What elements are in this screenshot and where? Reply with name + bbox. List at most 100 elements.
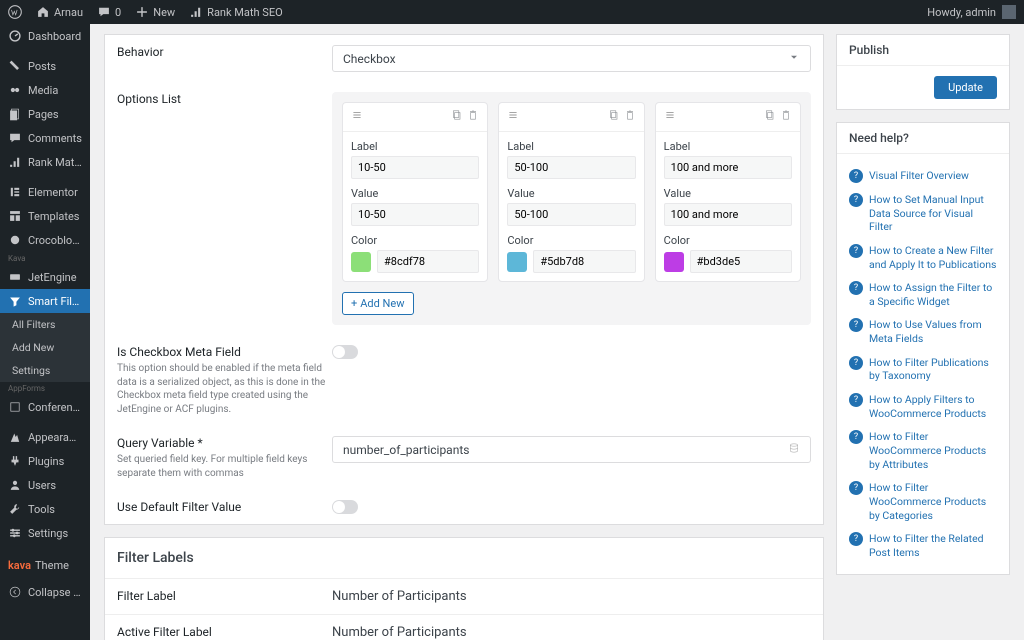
help-link[interactable]: How to Filter WooCommerce Products by Ca… bbox=[869, 481, 997, 522]
card-label-input[interactable] bbox=[507, 156, 635, 179]
question-icon: ? bbox=[849, 532, 863, 546]
card-value-input[interactable] bbox=[664, 203, 792, 226]
card-label-input[interactable] bbox=[664, 156, 792, 179]
sub-add-new[interactable]: Add New bbox=[0, 336, 90, 359]
checkbox-meta-toggle[interactable] bbox=[332, 345, 358, 359]
database-icon[interactable] bbox=[788, 442, 800, 457]
menu-templates[interactable]: Templates bbox=[0, 204, 90, 228]
card-color-lbl: Color bbox=[351, 234, 479, 247]
menu-settings[interactable]: Settings bbox=[0, 521, 90, 545]
color-swatch[interactable] bbox=[507, 252, 527, 272]
comments-count[interactable]: 0 bbox=[97, 5, 121, 19]
card-value-input[interactable] bbox=[351, 203, 479, 226]
option-card: LabelValueColor bbox=[655, 102, 801, 282]
card-value-input[interactable] bbox=[507, 203, 635, 226]
card-value-lbl: Value bbox=[351, 187, 479, 200]
behavior-select[interactable]: Checkbox bbox=[332, 45, 811, 72]
help-link[interactable]: How to Assign the Filter to a Specific W… bbox=[869, 281, 997, 308]
help-title: Need help? bbox=[837, 123, 1009, 154]
color-swatch[interactable] bbox=[351, 252, 371, 272]
menu-appearance[interactable]: Appearance bbox=[0, 425, 90, 449]
avatar bbox=[1002, 5, 1016, 19]
menu-users[interactable]: Users bbox=[0, 473, 90, 497]
drag-icon[interactable] bbox=[351, 109, 363, 125]
question-icon: ? bbox=[849, 244, 863, 258]
help-link[interactable]: How to Filter Publications by Taxonomy bbox=[869, 356, 997, 383]
copy-icon[interactable] bbox=[451, 109, 463, 125]
menu-dashboard[interactable]: Dashboard bbox=[0, 24, 90, 48]
menu-crocoblock[interactable]: Crocoblock bbox=[0, 228, 90, 252]
chevron-down-icon bbox=[788, 51, 800, 66]
active-filter-label-value: Number of Participants bbox=[332, 625, 467, 640]
color-hex-input[interactable] bbox=[377, 250, 479, 273]
publish-title: Publish bbox=[837, 35, 1009, 66]
help-link[interactable]: How to Set Manual Input Data Source for … bbox=[869, 193, 997, 234]
help-link[interactable]: How to Create a New Filter and Apply It … bbox=[869, 244, 997, 271]
menu-jetengine[interactable]: JetEngine bbox=[0, 265, 90, 289]
help-link[interactable]: How to Filter the Related Post Items bbox=[869, 532, 997, 559]
card-label-lbl: Label bbox=[351, 140, 479, 153]
menu-plugins[interactable]: Plugins bbox=[0, 449, 90, 473]
update-button[interactable]: Update bbox=[934, 76, 997, 99]
card-label-input[interactable] bbox=[351, 156, 479, 179]
help-link[interactable]: How to Apply Filters to WooCommerce Prod… bbox=[869, 393, 997, 420]
help-item: ? How to Filter WooCommerce Products by A… bbox=[849, 425, 997, 476]
card-color-lbl: Color bbox=[507, 234, 635, 247]
sub-settings[interactable]: Settings bbox=[0, 359, 90, 382]
help-item: ?How to Set Manual Input Data Source for… bbox=[849, 188, 997, 239]
option-card: Label Value Color bbox=[498, 102, 644, 282]
question-icon: ? bbox=[849, 481, 863, 495]
rank-math-link[interactable]: Rank Math SEO bbox=[189, 5, 282, 19]
copy-icon[interactable] bbox=[608, 109, 620, 125]
query-var-label: Query Variable * bbox=[117, 436, 332, 450]
menu-pages[interactable]: Pages bbox=[0, 102, 90, 126]
color-swatch[interactable] bbox=[664, 252, 684, 272]
copy-icon[interactable] bbox=[764, 109, 776, 125]
menu-posts[interactable]: Posts bbox=[0, 54, 90, 78]
site-link[interactable]: Arnau bbox=[36, 5, 83, 19]
help-item: ? How to Assign the Filter to a Specific … bbox=[849, 276, 997, 313]
menu-tools[interactable]: Tools bbox=[0, 497, 90, 521]
color-hex-input[interactable] bbox=[533, 250, 635, 273]
card-value-lbl: Value bbox=[664, 187, 792, 200]
menu-theme[interactable]: kavaTheme bbox=[0, 551, 90, 580]
help-link[interactable]: Visual Filter Overview bbox=[869, 169, 969, 183]
sep-kava: Kava bbox=[0, 252, 90, 265]
query-var-desc: Set queried field key. For multiple fiel… bbox=[117, 453, 332, 480]
help-item: ? How to Create a New Filter and Apply It… bbox=[849, 239, 997, 276]
menu-smart-filters[interactable]: Smart Filters bbox=[0, 289, 90, 313]
help-item: ? How to Filter Publications by Taxonomy bbox=[849, 351, 997, 388]
menu-elementor[interactable]: Elementor bbox=[0, 180, 90, 204]
delete-icon[interactable] bbox=[780, 109, 792, 125]
question-icon: ? bbox=[849, 281, 863, 295]
question-icon: ? bbox=[849, 318, 863, 332]
account-link[interactable]: Howdy, admin bbox=[927, 5, 1016, 19]
wp-logo[interactable] bbox=[8, 5, 22, 19]
help-link[interactable]: How to Use Values from Meta Fields bbox=[869, 318, 997, 345]
new-link[interactable]: New bbox=[135, 5, 175, 19]
option-card: Label Value Color bbox=[342, 102, 488, 282]
menu-comments[interactable]: Comments bbox=[0, 126, 90, 150]
use-default-toggle[interactable] bbox=[332, 500, 358, 514]
question-icon: ? bbox=[849, 356, 863, 370]
menu-media[interactable]: Media bbox=[0, 78, 90, 102]
delete-icon[interactable] bbox=[624, 109, 636, 125]
sub-all-filters[interactable]: All Filters bbox=[0, 313, 90, 336]
card-value-lbl: Value bbox=[507, 187, 635, 200]
menu-rankmath[interactable]: Rank Math SEO bbox=[0, 150, 90, 174]
collapse-menu[interactable]: Collapse menu bbox=[0, 580, 90, 604]
question-icon: ? bbox=[849, 430, 863, 444]
help-link[interactable]: How to Filter WooCommerce Products by At… bbox=[869, 430, 997, 471]
filter-label-lbl: Filter Label bbox=[117, 589, 332, 603]
delete-icon[interactable] bbox=[467, 109, 479, 125]
checkbox-meta-desc: This option should be enabled if the met… bbox=[117, 362, 332, 416]
drag-icon[interactable] bbox=[507, 109, 519, 125]
card-label-lbl: Label bbox=[507, 140, 635, 153]
menu-conference[interactable]: Conference bbox=[0, 395, 90, 419]
query-var-input[interactable]: number_of_participants bbox=[332, 436, 811, 463]
drag-icon[interactable] bbox=[664, 109, 676, 125]
help-item: ?How to Apply Filters to WooCommerce Pro… bbox=[849, 388, 997, 425]
color-hex-input[interactable] bbox=[690, 250, 792, 273]
add-new-option-button[interactable]: +Add New bbox=[342, 292, 414, 315]
filter-labels-title: Filter Labels bbox=[105, 538, 823, 578]
